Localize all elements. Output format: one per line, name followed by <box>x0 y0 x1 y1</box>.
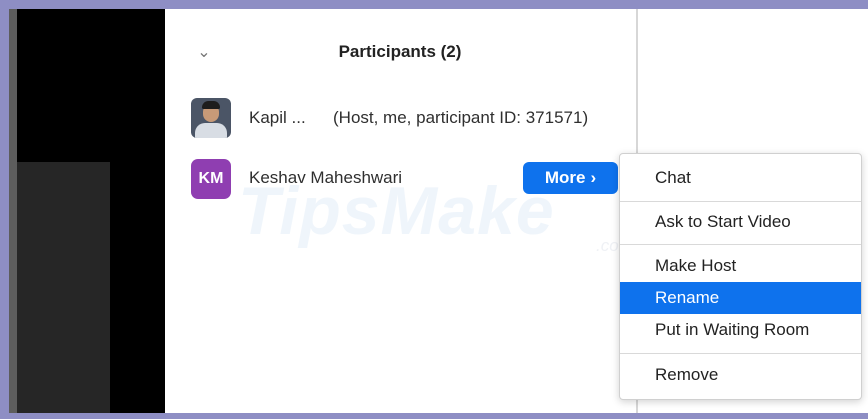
avatar-hair-shape <box>202 101 220 109</box>
menu-divider <box>620 244 861 245</box>
menu-item-rename[interactable]: Rename <box>620 282 861 314</box>
video-tile <box>17 162 110 413</box>
panel-title: Participants (2) <box>338 42 462 61</box>
participant-name: Kapil ... <box>249 108 306 127</box>
participant-context-menu: Chat Ask to Start Video Make Host Rename… <box>619 153 862 400</box>
more-button-label: More <box>544 168 586 187</box>
participants-panel <box>165 9 636 413</box>
menu-item-remove[interactable]: Remove <box>620 359 861 391</box>
menu-item-make-host[interactable]: Make Host <box>620 250 861 282</box>
menu-divider <box>620 201 861 202</box>
avatar <box>191 98 231 138</box>
chevron-down-icon[interactable]: ⌄ <box>196 45 212 61</box>
menu-item-ask-to-start-video[interactable]: Ask to Start Video <box>620 206 861 238</box>
more-button[interactable]: More › <box>523 162 618 194</box>
video-strip <box>9 9 17 413</box>
menu-item-put-in-waiting-room[interactable]: Put in Waiting Room <box>620 314 861 346</box>
menu-divider <box>620 353 861 354</box>
window-frame-bottom <box>0 413 868 419</box>
avatar-body-shape <box>195 123 227 138</box>
avatar: KM <box>191 159 231 199</box>
participant-detail: (Host, me, participant ID: 371571) <box>333 108 589 127</box>
menu-item-chat[interactable]: Chat <box>620 162 861 194</box>
window-frame-left <box>0 0 9 419</box>
participant-name: Keshav Maheshwari <box>249 168 403 187</box>
chevron-right-icon: › <box>590 168 597 187</box>
window-frame-top <box>0 0 868 9</box>
